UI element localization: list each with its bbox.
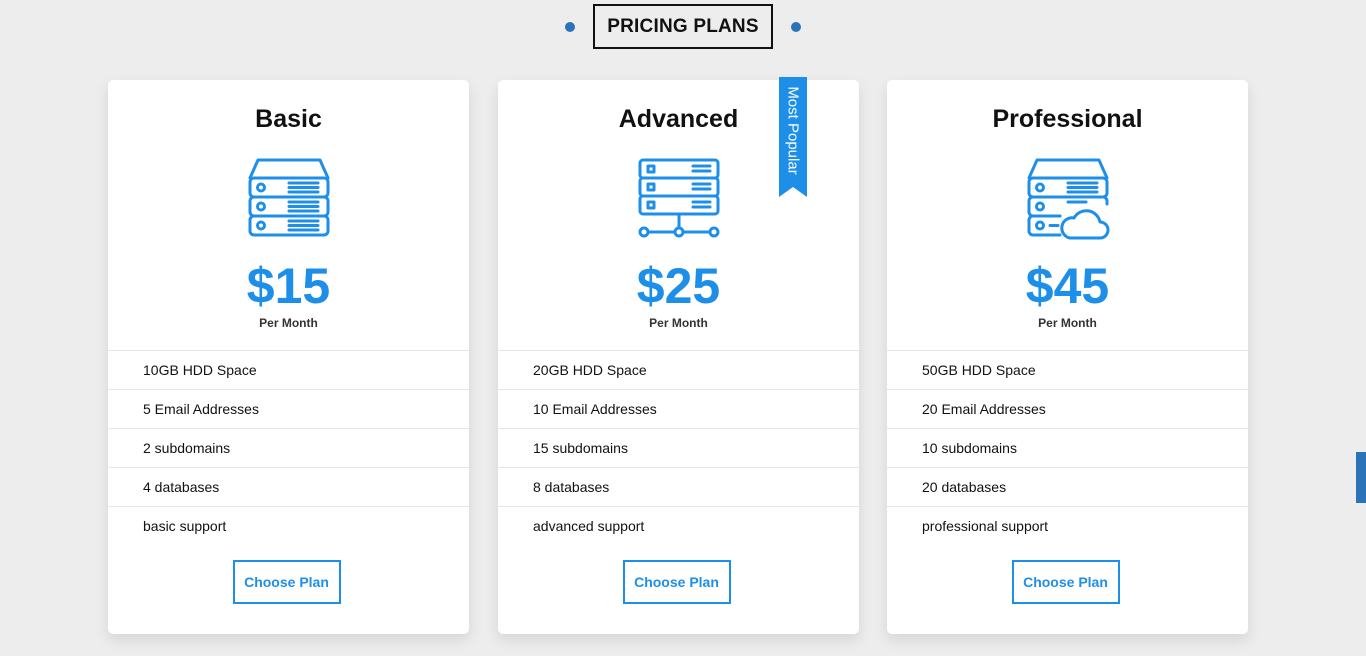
plan-period: Per Month xyxy=(259,316,318,330)
plan-price: $25 xyxy=(636,258,721,314)
left-dot-icon xyxy=(565,21,576,32)
list-item: basic support xyxy=(108,506,469,545)
list-item: 5 Email Addresses xyxy=(108,389,469,428)
list-item: 50GB HDD Space xyxy=(887,350,1248,389)
choose-plan-button[interactable]: Choose Plan xyxy=(1011,560,1120,604)
plan-period: Per Month xyxy=(1038,316,1097,330)
list-item: advanced support xyxy=(498,506,859,545)
server-cloud-icon xyxy=(1027,158,1109,240)
plan-price: $45 xyxy=(1025,258,1110,314)
server-stack-icon xyxy=(248,158,329,237)
section-title: PRICING PLANS xyxy=(593,4,773,49)
list-item: 8 databases xyxy=(498,467,859,506)
list-item: professional support xyxy=(887,506,1248,545)
plan-period: Per Month xyxy=(649,316,708,330)
plan-card-basic: Basic $15 Per Month 10GB HDD Space 5 Ema… xyxy=(108,80,469,634)
section-header: PRICING PLANS xyxy=(0,4,1366,49)
list-item: 4 databases xyxy=(108,467,469,506)
list-item: 2 subdomains xyxy=(108,428,469,467)
pricing-page: PRICING PLANS Basic $15 Per Month 10GB H… xyxy=(0,0,1366,656)
server-network-icon xyxy=(638,158,719,238)
side-scroll-tab[interactable] xyxy=(1356,452,1366,503)
plan-card-professional: Professional $45 Per Month 50GB HDD Spac… xyxy=(887,80,1248,634)
list-item: 15 subdomains xyxy=(498,428,859,467)
choose-plan-button[interactable]: Choose Plan xyxy=(622,560,731,604)
feature-list: 20GB HDD Space 10 Email Addresses 15 sub… xyxy=(498,350,859,545)
list-item: 20 Email Addresses xyxy=(887,389,1248,428)
feature-list: 10GB HDD Space 5 Email Addresses 2 subdo… xyxy=(108,350,469,545)
most-popular-ribbon: Most Popular xyxy=(779,77,807,197)
list-item: 10GB HDD Space xyxy=(108,350,469,389)
list-item: 10 subdomains xyxy=(887,428,1248,467)
plan-name: Basic xyxy=(255,105,322,133)
feature-list: 50GB HDD Space 20 Email Addresses 10 sub… xyxy=(887,350,1248,545)
list-item: 10 Email Addresses xyxy=(498,389,859,428)
plan-card-advanced: Advanced $25 Per Month 20GB HDD Space 10… xyxy=(498,77,859,634)
list-item: 20 databases xyxy=(887,467,1248,506)
ribbon-label: Most Popular xyxy=(784,85,802,175)
choose-plan-button[interactable]: Choose Plan xyxy=(232,560,341,604)
right-dot-icon xyxy=(790,21,801,32)
plan-price: $15 xyxy=(246,258,331,314)
plan-name: Professional xyxy=(992,105,1143,133)
ribbon-text-wrap: Most Popular xyxy=(779,80,807,180)
list-item: 20GB HDD Space xyxy=(498,350,859,389)
